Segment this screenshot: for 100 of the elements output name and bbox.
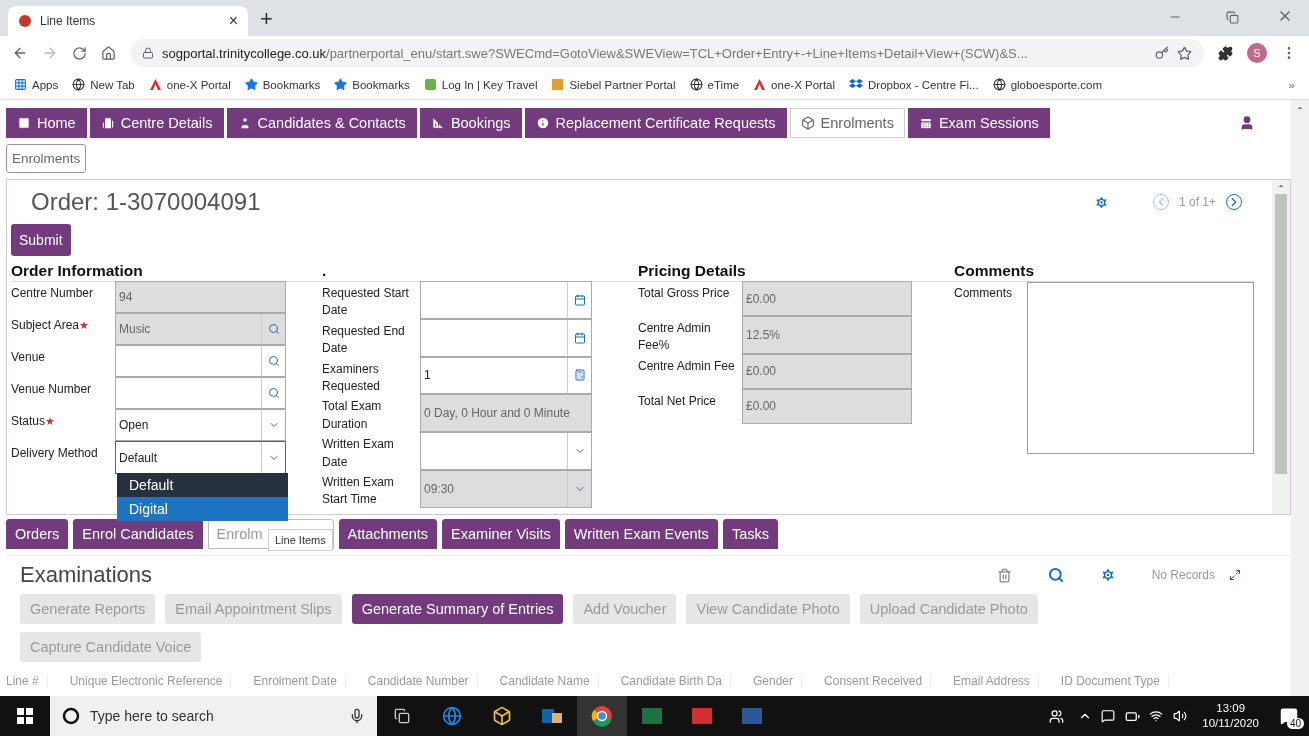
- nav-tab[interactable]: Centre Details: [89, 108, 224, 138]
- input-field[interactable]: [115, 377, 286, 409]
- nav-tab[interactable]: Exam Sessions: [907, 108, 1050, 138]
- notification-count: 40: [1286, 718, 1304, 729]
- square-icon: [17, 116, 31, 130]
- cube-icon: [800, 116, 815, 130]
- new-tab-button[interactable]: +: [260, 6, 273, 32]
- field-label: Subject Area: [11, 318, 80, 332]
- scroll-up-icon[interactable]: [1277, 182, 1285, 190]
- section-heading: .: [322, 262, 327, 279]
- tooltip: Line Items: [268, 529, 333, 551]
- field-label: Examiners Requested: [322, 361, 381, 393]
- bookmark-link[interactable]: one-X Portal: [771, 78, 836, 91]
- bar-chart-icon: [430, 116, 445, 130]
- field-label: Status: [11, 414, 46, 428]
- enrolments-button[interactable]: Enrolments: [6, 144, 87, 173]
- input-field[interactable]: [420, 318, 592, 357]
- microphone-icon[interactable]: [349, 708, 365, 724]
- nav-tab[interactable]: Home: [6, 108, 87, 138]
- home-icon[interactable]: [101, 45, 116, 61]
- field-label: Centre Admin Fee: [638, 358, 735, 373]
- triangle-logo-icon: [148, 78, 162, 91]
- order-title: Order: 1-3070004091: [31, 188, 262, 216]
- bookmark-link[interactable]: Log In | Key Travel: [441, 78, 538, 91]
- nav-tab[interactable]: Replacement Certificate Requests: [524, 108, 787, 138]
- input-field[interactable]: 1: [420, 356, 592, 395]
- field-label: Total Gross Price: [638, 286, 730, 300]
- browser-tab[interactable]: Line Items ×: [8, 6, 248, 36]
- input-field[interactable]: [420, 432, 592, 470]
- field-label: Comments: [954, 286, 1012, 300]
- tab[interactable]: Attachments: [338, 519, 438, 549]
- tab[interactable]: Orders: [6, 519, 69, 549]
- calendar-icon[interactable]: [573, 331, 586, 344]
- calculator-icon[interactable]: [573, 369, 586, 382]
- section-title: Examinations: [20, 562, 154, 588]
- action-button[interactable]: Generate Summary of Entries: [351, 594, 564, 624]
- address-bar[interactable]: sogportal.trinitycollege.co.uk/partnerportal_enu/start.swe?SWECmd=GotoView&SWEView=TCL+Order+Entry+-+Line+Items+Detail+View+(SCW)&S...: [130, 39, 1204, 67]
- expand-icon[interactable]: [1229, 569, 1241, 581]
- bookmark-link[interactable]: Dropbox - Centre Fi...: [868, 78, 979, 91]
- puzzle-icon[interactable]: [1218, 45, 1233, 61]
- bookmark-link[interactable]: New Tab: [90, 78, 135, 91]
- search-icon[interactable]: [1047, 567, 1064, 583]
- field-label: Centre Admin Fee%: [638, 321, 711, 353]
- calendar-icon[interactable]: [573, 293, 586, 306]
- trash-icon[interactable]: [996, 567, 1012, 583]
- reload-icon[interactable]: [72, 45, 87, 61]
- close-tab-button[interactable]: ×: [228, 12, 238, 30]
- input-field[interactable]: [115, 345, 286, 377]
- submit-button[interactable]: Submit: [11, 224, 71, 256]
- bookmark-link[interactable]: Bookmarks: [262, 78, 321, 91]
- tab[interactable]: Examiner Visits: [442, 519, 560, 549]
- dropdown-option[interactable]: Default: [117, 473, 288, 497]
- bookmark-link[interactable]: Apps: [32, 78, 59, 91]
- input-field[interactable]: [420, 281, 592, 319]
- dropbox-icon: [849, 78, 864, 91]
- bookmark-link[interactable]: globoesporte.com: [1010, 78, 1103, 91]
- restore-icon[interactable]: [1226, 11, 1239, 24]
- tab[interactable]: Tasks: [722, 519, 778, 549]
- profile-avatar[interactable]: S: [1247, 43, 1267, 63]
- field-label: Requested End Date: [322, 323, 405, 356]
- bookmark-link[interactable]: Bookmarks: [352, 78, 410, 91]
- nav-tab[interactable]: Enrolments: [789, 108, 905, 138]
- input-field[interactable]: Default: [115, 441, 286, 474]
- scrollbar-thumb[interactable]: [1275, 194, 1287, 474]
- chrome-icon[interactable]: [577, 696, 627, 736]
- taskbar-search-field[interactable]: Type here to search: [50, 696, 377, 736]
- apps-icon: [14, 78, 27, 91]
- nav-tab[interactable]: Candidates & Contacts: [226, 108, 417, 138]
- info-icon: [535, 116, 550, 130]
- settings-icon[interactable]: [1093, 194, 1109, 210]
- field-label: Written Exam Start Time: [322, 474, 394, 507]
- square-logo-icon: [551, 78, 565, 91]
- bookmark-link[interactable]: one-X Portal: [166, 78, 231, 91]
- clock[interactable]: 13:09 10/11/2020: [1192, 701, 1269, 731]
- star-icon[interactable]: [1177, 45, 1192, 61]
- bookmark-link[interactable]: eTime: [707, 78, 740, 91]
- section-heading: Pricing Details: [638, 262, 746, 279]
- key-icon[interactable]: [1155, 46, 1169, 60]
- globe-icon: [992, 78, 1006, 91]
- comments-field[interactable]: [1026, 282, 1254, 454]
- section-heading: Comments: [954, 262, 1035, 279]
- section-heading: Order Information: [11, 262, 143, 279]
- settings-icon[interactable]: [1099, 567, 1116, 583]
- dropdown-option[interactable]: Digital: [117, 497, 288, 521]
- building-icon: [100, 116, 115, 130]
- nav-tab[interactable]: Bookings: [419, 108, 522, 138]
- field-label: Centre Number: [11, 286, 94, 300]
- more-bookmarks-button[interactable]: »: [1288, 78, 1295, 91]
- tab[interactable]: Written Exam Events: [564, 519, 718, 549]
- input-field[interactable]: Open: [115, 409, 286, 441]
- tab[interactable]: Enrol Candidates: [73, 519, 203, 549]
- record-count: No Records: [1151, 568, 1215, 582]
- back-icon[interactable]: [12, 45, 28, 61]
- globe-icon: [72, 78, 86, 91]
- required-mark: ★: [45, 415, 56, 427]
- search-icon[interactable]: [267, 387, 280, 399]
- scroll-up-icon[interactable]: [1296, 104, 1304, 112]
- circle-icon: [62, 707, 80, 725]
- search-icon[interactable]: [267, 355, 280, 367]
- bookmark-link[interactable]: Siebel Partner Portal: [569, 78, 676, 91]
